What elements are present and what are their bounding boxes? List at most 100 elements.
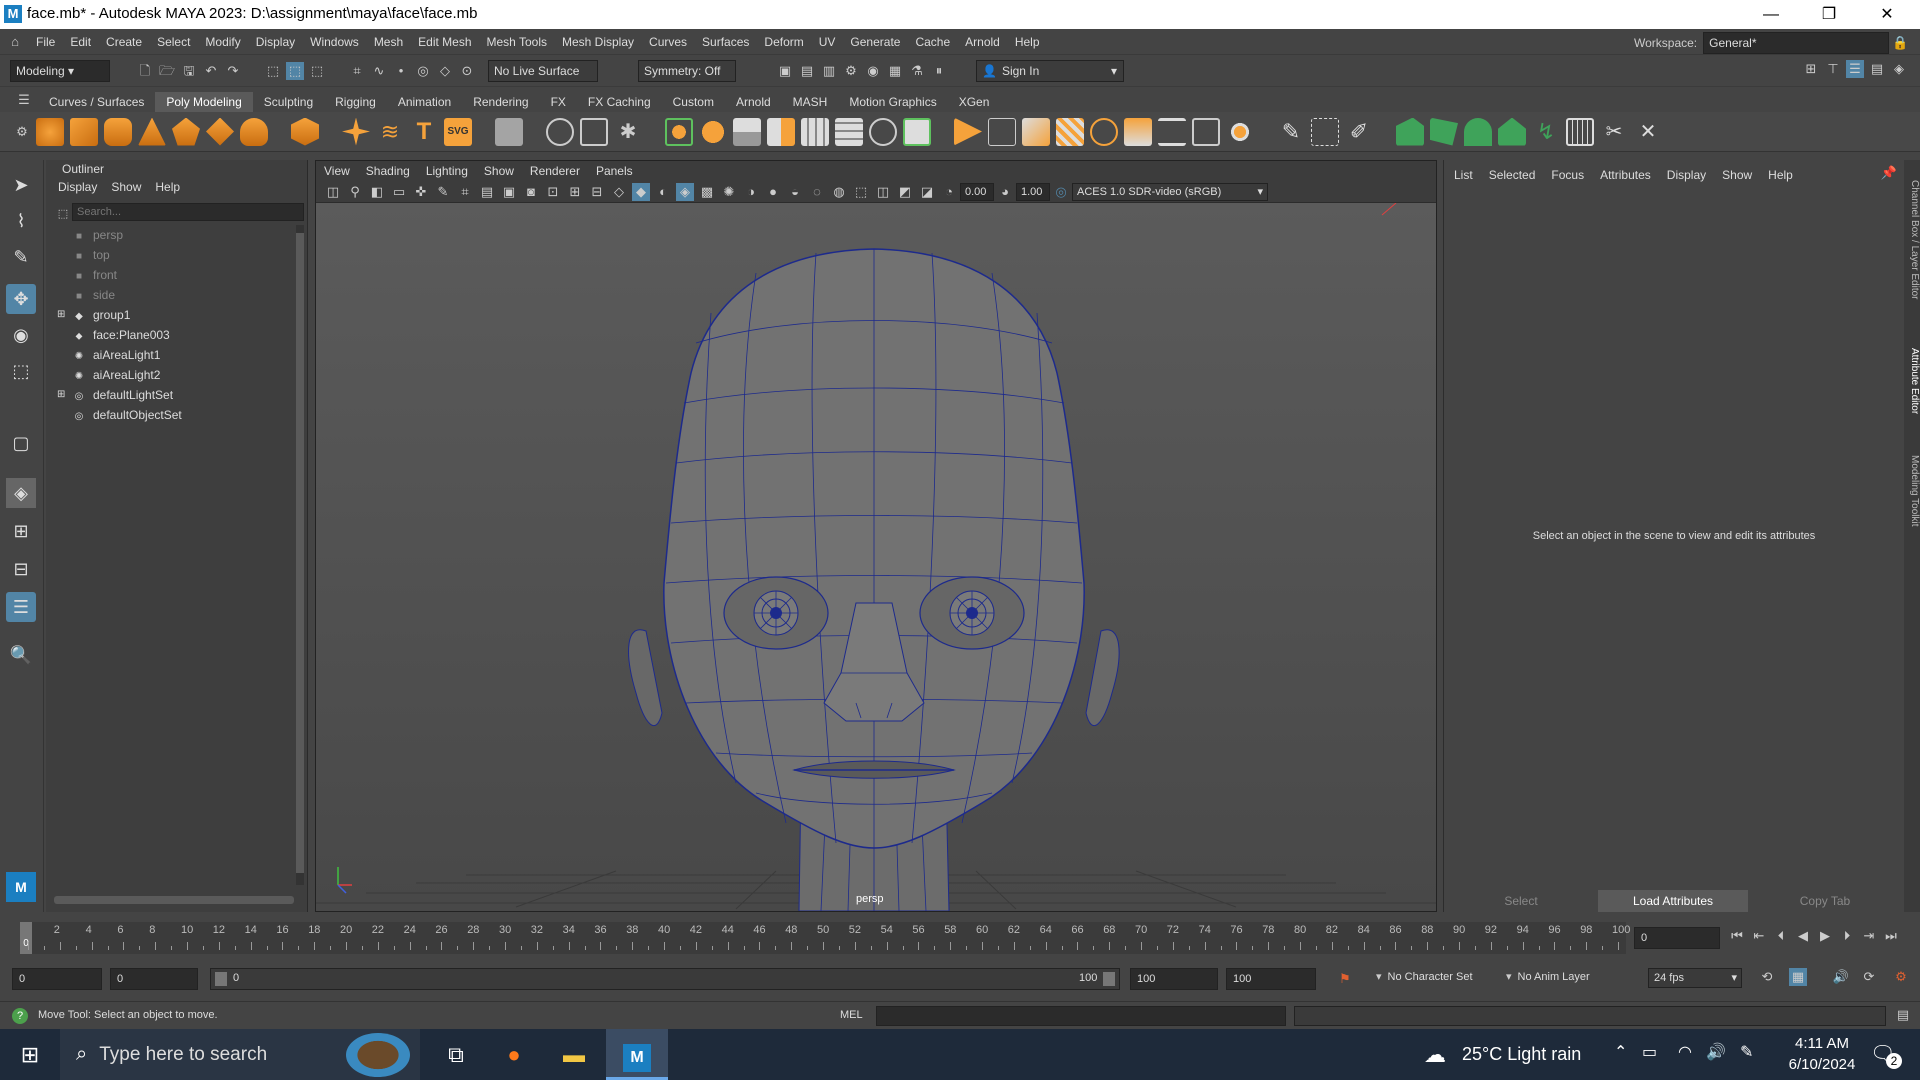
- snap-view-icon[interactable]: ◎: [414, 62, 432, 80]
- arnold-ipr-icon[interactable]: ⚗: [908, 62, 926, 80]
- sound-icon[interactable]: 🔊: [1832, 968, 1850, 986]
- current-frame-field[interactable]: 0: [1634, 927, 1720, 949]
- poly-sphere-icon[interactable]: [36, 117, 64, 146]
- channel-box-tab[interactable]: Channel Box / Layer Editor: [1904, 170, 1920, 310]
- sculpt-icon[interactable]: [1396, 117, 1424, 146]
- auto-key-icon[interactable]: ⚑: [1336, 970, 1354, 988]
- script-language[interactable]: MEL: [840, 1009, 863, 1021]
- two-d-pan-icon[interactable]: ✜: [412, 183, 430, 201]
- viewport-menu-lighting[interactable]: Lighting: [426, 164, 468, 178]
- last-tool-icon[interactable]: ▢: [6, 428, 36, 458]
- paint-select-tool-icon[interactable]: ✎: [6, 242, 36, 272]
- arnold-render-icon[interactable]: ▦: [886, 62, 904, 80]
- lights-icon[interactable]: ✺: [720, 183, 738, 201]
- extract-icon[interactable]: [1158, 117, 1186, 146]
- foamy-brush-icon[interactable]: ✂: [1600, 118, 1628, 146]
- poly-cone-icon[interactable]: [138, 117, 166, 146]
- modeling-toolkit-tab[interactable]: Modeling Toolkit: [1904, 446, 1920, 536]
- target-weld-icon[interactable]: [546, 117, 574, 146]
- insert-edge-loop-icon[interactable]: [988, 117, 1016, 146]
- outliner-item[interactable]: ⊞ ◆ group1: [57, 305, 130, 325]
- gamma-icon[interactable]: ◕: [996, 183, 1014, 201]
- poly-cube-icon[interactable]: [70, 117, 98, 146]
- xray-active-icon[interactable]: ◩: [896, 183, 914, 201]
- task-view-icon[interactable]: ⧉: [428, 1029, 484, 1080]
- viewport-menu-shading[interactable]: Shading: [366, 164, 410, 178]
- copy-tab-button[interactable]: Copy Tab: [1750, 890, 1900, 912]
- outliner-item[interactable]: ⊞ ◎ defaultLightSet: [57, 385, 173, 405]
- lasso-tool-icon[interactable]: ⌇: [6, 206, 36, 236]
- menu-modify[interactable]: Modify: [205, 35, 240, 49]
- range-end-handle[interactable]: [1103, 972, 1115, 986]
- offset-edge-loop-icon[interactable]: [1022, 117, 1050, 146]
- planar-mapping-icon[interactable]: [1311, 117, 1339, 146]
- live-surface-field[interactable]: No Live Surface: [488, 59, 598, 82]
- reduce-icon[interactable]: [1226, 117, 1254, 146]
- attr-menu-attributes[interactable]: Attributes: [1600, 168, 1651, 182]
- smooth-brush-icon[interactable]: [1430, 117, 1458, 146]
- range-start-handle[interactable]: [215, 972, 227, 986]
- shelf-tab-mash[interactable]: MASH: [782, 92, 839, 112]
- windows-start-icon[interactable]: ⊞: [0, 1029, 60, 1080]
- command-input[interactable]: [876, 1006, 1286, 1026]
- menu-mesh-tools[interactable]: Mesh Tools: [487, 35, 547, 49]
- pen-icon[interactable]: ✎: [1740, 1042, 1753, 1062]
- automatic-mapping-icon[interactable]: ✐: [1345, 118, 1373, 146]
- shelf-tab-fx-caching[interactable]: FX Caching: [577, 92, 662, 112]
- menu-help[interactable]: Help: [1015, 35, 1040, 49]
- maya-taskbar-icon[interactable]: M: [606, 1029, 668, 1080]
- script-editor-icon[interactable]: ▤: [1894, 1006, 1912, 1024]
- go-to-end-icon[interactable]: ⏭: [1882, 927, 1900, 945]
- shelf-tab-custom[interactable]: Custom: [662, 92, 725, 112]
- volume-icon[interactable]: 🔊: [1706, 1042, 1726, 1062]
- play-backward-icon[interactable]: ◀: [1794, 927, 1812, 945]
- default-material-icon[interactable]: ◐: [654, 183, 672, 201]
- attr-menu-focus[interactable]: Focus: [1551, 168, 1584, 182]
- shelf-tab-rigging[interactable]: Rigging: [324, 92, 387, 112]
- multi-cut-icon[interactable]: [954, 117, 982, 146]
- bridge-icon[interactable]: [767, 117, 795, 146]
- new-scene-icon[interactable]: 🗋: [136, 62, 154, 80]
- maximize-button[interactable]: ❐: [1800, 0, 1858, 29]
- menu-curves[interactable]: Curves: [649, 35, 687, 49]
- attribute-editor-tab[interactable]: Attribute Editor: [1904, 336, 1920, 426]
- scale-tool-icon[interactable]: ⬚: [6, 356, 36, 386]
- menu-mesh-display[interactable]: Mesh Display: [562, 35, 634, 49]
- menu-set-dropdown[interactable]: Modeling ▾: [10, 59, 110, 82]
- menu-file[interactable]: File: [36, 35, 55, 49]
- spray-brush-icon[interactable]: ✕: [1634, 118, 1662, 146]
- rotate-tool-icon[interactable]: ◉: [6, 320, 36, 350]
- super-shape-icon[interactable]: [342, 117, 370, 146]
- outliner-item[interactable]: ■ top: [71, 245, 110, 265]
- average-icon[interactable]: [699, 117, 727, 146]
- pause-icon[interactable]: ⏸: [930, 62, 948, 80]
- lock-camera-icon[interactable]: ⚲: [346, 183, 364, 201]
- select-button[interactable]: Select: [1446, 890, 1596, 912]
- outliner-item[interactable]: ⬥ face:Plane003: [71, 325, 170, 345]
- current-time-marker[interactable]: 0: [20, 922, 32, 954]
- shadows-icon[interactable]: ◑: [742, 183, 760, 201]
- smooth-shade-icon[interactable]: ◆: [632, 182, 650, 201]
- select-component-icon[interactable]: ⬚: [308, 62, 326, 80]
- step-forward-frame-icon[interactable]: ⏵: [1838, 927, 1856, 945]
- lock-icon[interactable]: 🔒: [1891, 34, 1909, 52]
- firefox-icon[interactable]: ●: [486, 1029, 542, 1080]
- filter-icon[interactable]: ⬚: [56, 205, 70, 220]
- menu-edit[interactable]: Edit: [70, 35, 91, 49]
- symmetry-dropdown[interactable]: Symmetry: Off: [638, 59, 736, 82]
- render-icon[interactable]: ▣: [776, 62, 794, 80]
- gamma-field[interactable]: 1.00: [1016, 182, 1050, 201]
- quad-draw-icon[interactable]: ✱: [614, 118, 642, 146]
- outliner-menu-display[interactable]: Display: [58, 180, 97, 194]
- wedge-icon[interactable]: [1090, 117, 1118, 146]
- attr-menu-selected[interactable]: Selected: [1489, 168, 1536, 182]
- gate-mask-icon[interactable]: ◙: [522, 183, 540, 201]
- shelf-tab-curves-surfaces[interactable]: Curves / Surfaces: [38, 92, 155, 112]
- outliner-item[interactable]: ◎ defaultObjectSet: [71, 405, 182, 425]
- outliner-item[interactable]: ■ side: [71, 285, 115, 305]
- extrude-icon[interactable]: [733, 117, 761, 146]
- move-tool-icon[interactable]: ✥: [6, 284, 36, 314]
- poly-torus-icon[interactable]: [172, 117, 200, 146]
- pinch-brush-icon[interactable]: ↯: [1532, 118, 1560, 146]
- render-view-icon[interactable]: ▤: [798, 62, 816, 80]
